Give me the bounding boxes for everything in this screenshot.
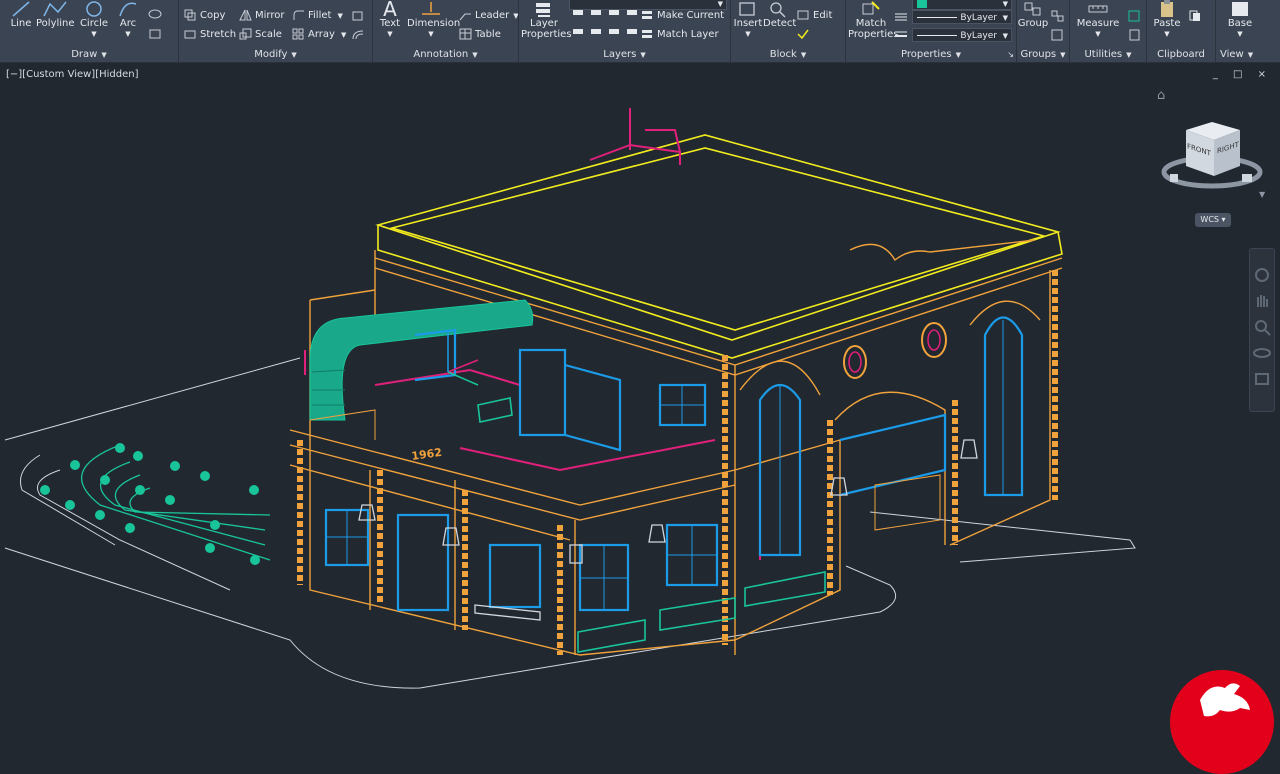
navigation-bar[interactable] <box>1249 248 1275 412</box>
building-model[interactable]: 1962 <box>0 0 1280 720</box>
ucs-menu[interactable]: WCS ▾ <box>1195 213 1231 227</box>
viewcube[interactable]: FRONT RIGHT <box>1160 118 1266 194</box>
zoom-extents-icon[interactable] <box>1250 315 1274 339</box>
orbit-icon[interactable] <box>1250 341 1274 365</box>
steering-wheel-icon[interactable] <box>1250 263 1274 287</box>
viewcube-box[interactable] <box>1160 118 1266 194</box>
pan-icon[interactable] <box>1250 289 1274 313</box>
viewcube-menu-icon[interactable]: ▼ <box>1259 190 1265 199</box>
horse-rider-icon <box>1200 683 1250 717</box>
home-view-icon[interactable]: ⌂ <box>1157 88 1165 103</box>
show-motion-icon[interactable] <box>1250 367 1274 391</box>
building-sign-text: 1962 <box>411 446 443 463</box>
brand-logo <box>1170 670 1274 774</box>
